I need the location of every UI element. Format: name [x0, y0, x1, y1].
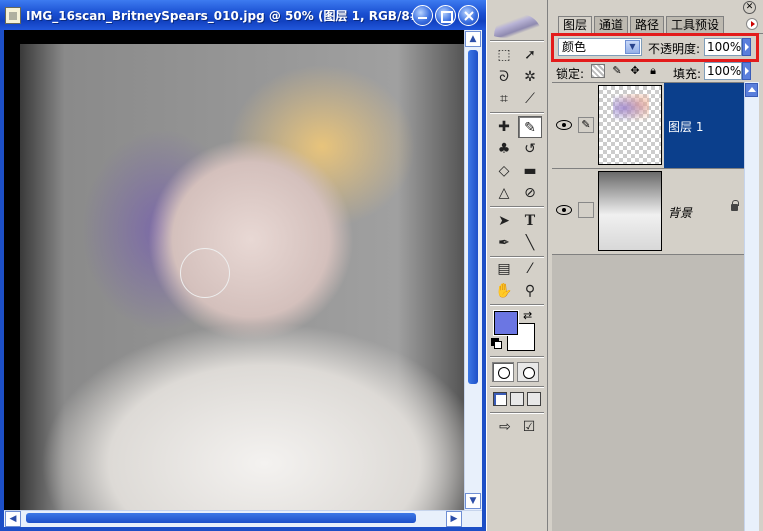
restore-icon[interactable]	[435, 5, 456, 26]
crop-tool-icon[interactable]: ⌗	[492, 88, 516, 110]
toolbox-divider	[490, 40, 544, 42]
zoom-tool-icon[interactable]: ⚲	[518, 280, 542, 302]
full-screen-menu-mode-icon[interactable]	[510, 392, 524, 406]
panel-close-icon[interactable]: ✕	[743, 1, 756, 14]
standard-screen-mode-icon[interactable]	[493, 392, 507, 406]
move-tool-icon[interactable]: ➚	[518, 44, 542, 66]
pen-tool-icon[interactable]: ✒	[492, 232, 516, 254]
fill-slider-arrow-icon[interactable]	[742, 62, 751, 80]
toolbox-divider	[490, 386, 544, 388]
lock-label: 锁定:	[556, 67, 585, 81]
fill-input[interactable]: 100%	[704, 62, 742, 80]
panel-menu-icon[interactable]	[746, 18, 758, 30]
layer-lock-icon	[731, 200, 739, 211]
swap-colors-icon[interactable]: ⇄	[523, 309, 532, 322]
lock-all-padlock-icon[interactable]: 🔒︎	[646, 64, 660, 78]
scroll-left-icon[interactable]: ◀	[5, 511, 21, 527]
lasso-tool-icon[interactable]: ᘐ	[492, 66, 516, 88]
layers-scrollbar[interactable]	[744, 82, 759, 531]
dodge-tool-icon[interactable]: ⊘	[518, 182, 542, 204]
jump-to-imageready-icon[interactable]: ⇨	[494, 416, 516, 438]
scroll-right-icon[interactable]: ▶	[446, 511, 462, 527]
toolbox-divider	[490, 112, 544, 114]
tab-tool-presets[interactable]: 工具预设	[666, 16, 725, 34]
fill-value: 100%	[707, 64, 742, 78]
quick-mask-mode-icon[interactable]	[517, 362, 539, 382]
layer-brush-link-icon[interactable]: ✎	[578, 117, 594, 133]
scroll-down-icon[interactable]: ▼	[465, 493, 481, 509]
foreground-color-swatch[interactable]	[493, 310, 519, 336]
fill-label: 填充:	[673, 67, 702, 81]
photo-canvas[interactable]	[20, 44, 464, 510]
tab-channels[interactable]: 通道	[594, 16, 629, 34]
scroll-up-icon[interactable]: ▲	[465, 31, 481, 47]
chevron-down-icon[interactable]: ▼	[625, 40, 640, 54]
panel-tabs: 图层 通道 路径 工具预设	[552, 16, 763, 35]
opacity-slider-arrow-icon[interactable]	[742, 38, 751, 56]
standard-mode-icon[interactable]	[492, 362, 514, 382]
minimize-icon[interactable]	[412, 5, 433, 26]
tab-paths[interactable]: 路径	[630, 16, 665, 34]
default-colors-icon[interactable]	[491, 338, 502, 349]
eye-visibility-icon[interactable]	[556, 120, 572, 130]
lock-position-move-icon[interactable]: ✥	[628, 64, 642, 78]
toolbox-divider	[490, 412, 544, 414]
hand-tool-icon[interactable]: ✋	[492, 280, 516, 302]
blur-tool-icon[interactable]: △	[492, 182, 516, 204]
eraser-tool-icon[interactable]: ◇	[492, 160, 516, 182]
layer-name[interactable]: 背景	[668, 204, 692, 221]
layer1-thumbnail[interactable]	[598, 85, 662, 165]
brush-cursor	[180, 248, 230, 298]
document-icon[interactable]	[5, 7, 21, 24]
edit-in-imageready-icon[interactable]: ☑	[518, 416, 540, 438]
document-title: IMG_16scan_BritneySpears_010.jpg @ 50% (…	[26, 9, 426, 23]
type-tool-icon[interactable]: T	[518, 210, 542, 232]
gradient-tool-icon[interactable]: ▬	[518, 160, 542, 182]
history-brush-tool-icon[interactable]: ↺	[518, 138, 542, 160]
layer-name[interactable]: 图层 1	[668, 118, 703, 135]
horizontal-scroll-thumb[interactable]	[26, 513, 416, 523]
path-select-tool-icon[interactable]: ➤	[492, 210, 516, 232]
layer-link-slot[interactable]	[578, 202, 594, 218]
opacity-label: 不透明度:	[648, 42, 701, 56]
marquee-tool-icon[interactable]: ⬚	[492, 44, 516, 66]
close-icon[interactable]	[458, 5, 479, 26]
eye-visibility-icon[interactable]	[556, 205, 572, 215]
toolbox-divider	[490, 356, 544, 358]
eyedropper-tool-icon[interactable]: ⁄	[518, 258, 542, 280]
full-screen-mode-icon[interactable]	[527, 392, 541, 406]
magic-wand-tool-icon[interactable]: ✲	[518, 66, 542, 88]
slice-tool-icon[interactable]: ⟋	[518, 88, 542, 110]
stamp-tool-icon[interactable]: ♣	[492, 138, 516, 160]
opacity-value: 100%	[707, 40, 742, 54]
scroll-up-icon[interactable]	[745, 83, 758, 97]
notes-tool-icon[interactable]: ▤	[492, 258, 516, 280]
line-tool-icon[interactable]: ╲	[518, 232, 542, 254]
background-thumbnail[interactable]	[598, 171, 662, 251]
lock-transparency-icon[interactable]	[591, 64, 605, 78]
toolbox-divider	[490, 304, 544, 306]
document-window: IMG_16scan_BritneySpears_010.jpg @ 50% (…	[0, 0, 486, 531]
toolbox-divider	[490, 206, 544, 208]
document-titlebar[interactable]: IMG_16scan_BritneySpears_010.jpg @ 50% (…	[0, 0, 486, 30]
canvas-area[interactable]	[4, 30, 464, 510]
blend-mode-value: 颜色	[562, 40, 587, 54]
healing-tool-icon[interactable]: ✚	[492, 116, 516, 138]
opacity-input[interactable]: 100%	[704, 38, 742, 56]
brush-tool-icon[interactable]: ✎	[518, 116, 542, 138]
vertical-scroll-thumb[interactable]	[468, 50, 478, 384]
lock-pixels-brush-icon[interactable]: ✎	[610, 64, 624, 78]
